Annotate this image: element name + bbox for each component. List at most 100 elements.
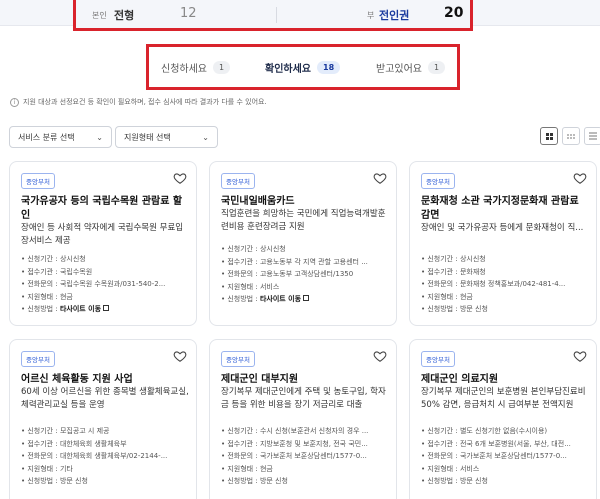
heart-icon[interactable] [173, 171, 187, 185]
support-type-value: 지원형태 선택 [124, 132, 171, 142]
info-icon: i [10, 97, 19, 107]
detail-office: • 접수기관 : 고용노동부 각 지역 관할 고용센터 ... [221, 257, 368, 266]
detail-type: • 지원형태 : 현금 [421, 292, 473, 301]
view-toggle [540, 127, 600, 145]
summary-left-strong: 전형 [114, 9, 135, 22]
summary-left-count: 12 [180, 6, 197, 21]
tab-receiving[interactable]: 받고있어요 1 [376, 60, 446, 75]
detail-office: • 접수기관 : 문화재청 [421, 267, 486, 276]
detail-period: • 신청기간 : 상시신청 [21, 255, 86, 263]
notice: i 지원 대상과 선정요건 등 확인이 필요하며, 접수 심사에 따라 결과가 … [10, 97, 267, 107]
card-details: • 신청기간 : 모집공고 시 제공 • 접수기관 : 대한체육회 생활체육부 … [21, 425, 191, 488]
detail-contact: • 전화문의 : 고용노동부 고객상담센터/1350 [221, 270, 354, 278]
detail-type: • 지원형태 : 현금 [221, 464, 273, 473]
detail-contact: • 전화문의 : 국가보훈처 보훈상담센터/1577-0... [221, 452, 367, 460]
detail-period: • 신청기간 : 상시신청 [421, 255, 486, 263]
notice-text: 지원 대상과 선정요건 등 확인이 필요하며, 접수 심사에 따라 결과가 다를… [23, 98, 267, 106]
detail-method: • 신청방법 : 방문 신청 [421, 477, 488, 485]
summary-left-label: 본인 [92, 11, 107, 20]
service-card[interactable]: 중앙부처 국가유공자 등의 국립수목원 관람료 할인 장애인 등 사회적 약자에… [9, 161, 197, 326]
status-tabs: 신청하세요 1 확인하세요 18 받고있어요 1 [146, 44, 460, 90]
card-details: • 신청기간 : 상시신청 • 접수기관 : 문화재청 • 전화문의 : 문화재… [421, 253, 591, 316]
service-card[interactable]: 중앙부처 문화재청 소관 국가지정문화재 관람료 감면 장애인 및 국가유공자 … [409, 161, 597, 326]
detail-period: • 신청기간 : 모집공고 시 제공 [21, 427, 110, 435]
summary-right-label: 부 [367, 11, 375, 20]
card-desc: 장애인 등 사회적 약자에게 국립수목원 무료입장서비스 제공 [21, 223, 184, 246]
tab-check-label: 확인하세요 [265, 64, 311, 75]
grid-icon [545, 132, 553, 140]
tab-check[interactable]: 확인하세요 18 [265, 60, 341, 75]
heart-icon[interactable] [373, 349, 387, 363]
detail-period: • 신청기간 : 상시신청 [221, 245, 286, 253]
external-site-link[interactable]: 타사이트 이동 [260, 295, 301, 303]
summary-right-count: 20 [444, 5, 464, 21]
detail-contact: • 전화문의 : 국가보훈처 보훈상담센터/1577-0... [421, 452, 567, 460]
view-grid-button[interactable] [540, 127, 558, 145]
view-grid3-button[interactable] [562, 127, 580, 145]
card-title: 문화재청 소관 국가지정문화재 관람료 감면 [421, 196, 579, 221]
detail-method: • 신청방법 : 방문 신청 [421, 305, 488, 313]
detail-office: • 접수기관 : 지방보훈청 및 보훈지청, 전국 국민... [221, 439, 368, 448]
service-card[interactable]: 중앙부처 국민내일배움카드 직업훈련을 희망하는 국민에게 직업능력개발훈련비용… [209, 161, 397, 326]
detail-office: • 접수기관 : 국립수목원 [21, 267, 93, 276]
grid3-icon [567, 133, 575, 139]
summary-divider [276, 7, 277, 23]
card-tag: 중앙부처 [421, 173, 455, 189]
view-list-button[interactable] [584, 127, 600, 145]
list-icon [589, 132, 597, 140]
detail-method: • 신청방법 : 타사이트 이동 [21, 303, 191, 316]
detail-period: • 신청기간 : 별도 신청기한 없음(수시이용) [421, 427, 548, 435]
detail-contact: • 전화문의 : 국립수목원 수목원과/031-540-2... [21, 280, 166, 288]
service-card[interactable]: 중앙부처 제대군인 대부지원 장기복무 제대군인에게 주택 및 농토구입, 학자… [209, 339, 397, 499]
external-link-icon [303, 295, 310, 301]
detail-method: • 신청방법 : 타사이트 이동 [221, 293, 391, 306]
heart-icon[interactable] [373, 171, 387, 185]
detail-method: • 신청방법 : 방문 신청 [221, 477, 288, 485]
detail-type: • 지원형태 : 서비스 [421, 464, 480, 473]
tab-apply-label: 신청하세요 [161, 64, 207, 75]
tab-apply[interactable]: 신청하세요 1 [161, 60, 231, 75]
chevron-down-icon: ⌄ [96, 132, 103, 142]
card-desc: 장기복무 제대군인에게 주택 및 농토구입, 학자금 등을 위한 비용을 장기 … [221, 387, 386, 410]
card-details: • 신청기간 : 상시신청 • 접수기관 : 고용노동부 각 지역 관할 고용센… [221, 243, 391, 306]
tab-receiving-count: 1 [428, 61, 446, 74]
chevron-down-icon: ⌄ [202, 132, 209, 142]
detail-office: • 접수기관 : 전국 6개 보훈병원(서울, 부산, 대전... [421, 439, 571, 448]
card-tag: 중앙부처 [21, 351, 55, 367]
card-desc: 장애인 및 국가유공자 등에게 문화재청이 직... [421, 223, 584, 233]
heart-icon[interactable] [173, 349, 187, 363]
card-tag: 중앙부처 [221, 351, 255, 367]
card-tag: 중앙부처 [21, 173, 55, 189]
card-details: • 신청기간 : 수시 신청(보훈관서 신청자의 경우 ... • 접수기관 :… [221, 425, 391, 488]
detail-office: • 접수기관 : 대한체육회 생활체육부 [21, 439, 127, 448]
card-tag: 중앙부처 [221, 173, 255, 189]
card-desc: 장기복무 제대군인의 보훈병원 본인부담진료비 50% 감면, 응급처치 시 급… [421, 387, 586, 410]
support-type-select[interactable]: 지원형태 선택 ⌄ [115, 126, 218, 148]
card-desc: 60세 이상 어르신을 위한 종목별 생활체육교실, 체력관리교실 등을 운영 [21, 387, 189, 410]
detail-period: • 신청기간 : 수시 신청(보훈관서 신청자의 경우 ... [221, 427, 369, 435]
card-title: 제대군인 대부지원 [221, 374, 299, 385]
summary-right-strong: 전인권 [379, 9, 410, 22]
detail-contact: • 전화문의 : 문화재청 정책홍보과/042-481-4... [421, 280, 566, 288]
heart-icon[interactable] [573, 349, 587, 363]
card-details: • 신청기간 : 별도 신청기한 없음(수시이용) • 접수기관 : 전국 6개… [421, 425, 591, 488]
heart-icon[interactable] [573, 171, 587, 185]
tab-apply-count: 1 [213, 61, 231, 74]
card-desc: 직업훈련을 희망하는 국민에게 직업능력개발훈련비용 훈련장려금 지원 [221, 209, 386, 232]
service-category-value: 서비스 분류 선택 [18, 132, 75, 142]
card-title: 국가유공자 등의 국립수목원 관람료 할인 [21, 196, 183, 221]
service-category-select[interactable]: 서비스 분류 선택 ⌄ [9, 126, 112, 148]
card-tag: 중앙부처 [421, 351, 455, 367]
detail-type: • 지원형태 : 기타 [21, 464, 73, 473]
detail-method: • 신청방법 : 방문 신청 [21, 477, 88, 485]
service-card[interactable]: 중앙부처 어르신 체육활동 지원 사업 60세 이상 어르신을 위한 종목별 생… [9, 339, 197, 499]
detail-contact: • 전화문의 : 대한체육회 생활체육부/02-2144-... [21, 452, 168, 460]
card-title: 제대군인 의료지원 [421, 374, 499, 385]
card-title: 어르신 체육활동 지원 사업 [21, 374, 133, 385]
card-title: 국민내일배움카드 [221, 196, 295, 207]
tab-receiving-label: 받고있어요 [376, 64, 422, 75]
card-details: • 신청기간 : 상시신청 • 접수기관 : 국립수목원 • 전화문의 : 국립… [21, 253, 191, 316]
service-card[interactable]: 중앙부처 제대군인 의료지원 장기복무 제대군인의 보훈병원 본인부담진료비 5… [409, 339, 597, 499]
external-site-link[interactable]: 타사이트 이동 [60, 305, 101, 313]
tab-check-count: 18 [317, 61, 341, 74]
